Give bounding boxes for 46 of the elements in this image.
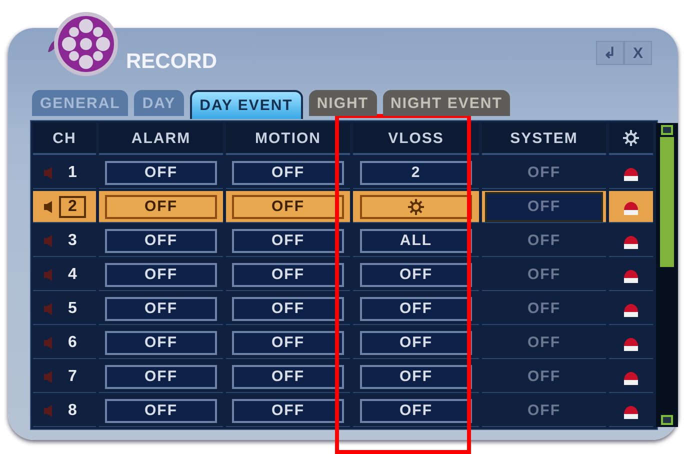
- window-title: RECORD: [126, 50, 218, 74]
- channel-cell[interactable]: 3: [33, 225, 96, 257]
- motion-field[interactable]: OFF: [232, 228, 344, 252]
- alarm-field[interactable]: OFF: [105, 398, 217, 422]
- channel-cell[interactable]: 1: [33, 157, 96, 189]
- motion-field[interactable]: OFF: [232, 194, 344, 218]
- alarm-field[interactable]: OFF: [105, 262, 217, 286]
- system-value: OFF: [528, 198, 560, 215]
- vloss-field[interactable]: OFF: [360, 330, 472, 354]
- alarm-field[interactable]: OFF: [105, 364, 217, 388]
- channel-cell[interactable]: 6: [33, 327, 96, 359]
- alarm-field[interactable]: OFF: [105, 194, 217, 218]
- motion-field[interactable]: OFF: [232, 262, 344, 286]
- system-value: OFF: [528, 368, 560, 385]
- system-value: OFF: [528, 266, 560, 283]
- motion-field[interactable]: OFF: [232, 160, 344, 184]
- channel-cell[interactable]: 2: [33, 191, 96, 223]
- vloss-field[interactable]: ALL: [360, 228, 472, 252]
- channel-cell[interactable]: 5: [33, 293, 96, 325]
- vloss-field[interactable]: 2: [360, 160, 472, 184]
- system-value: OFF: [528, 232, 560, 249]
- motion-field[interactable]: OFF: [232, 364, 344, 388]
- alarm-field[interactable]: OFF: [105, 160, 217, 184]
- column-header: VLOSS: [353, 123, 479, 155]
- alarm-field[interactable]: OFF: [105, 296, 217, 320]
- channel-cell[interactable]: 8: [33, 395, 96, 427]
- vloss-field[interactable]: OFF: [360, 398, 472, 422]
- motion-field[interactable]: OFF: [232, 296, 344, 320]
- tab[interactable]: DAY EVENT: [190, 90, 303, 119]
- motion-field[interactable]: OFF: [232, 398, 344, 422]
- system-value: OFF: [528, 300, 560, 317]
- motion-field[interactable]: OFF: [232, 330, 344, 354]
- column-header: CH: [33, 123, 96, 155]
- vloss-field[interactable]: OFF: [360, 364, 472, 388]
- alarm-field[interactable]: OFF: [105, 330, 217, 354]
- system-value: OFF: [528, 164, 560, 181]
- system-value: OFF: [528, 334, 560, 351]
- alarm-field[interactable]: OFF: [105, 228, 217, 252]
- column-header: SYSTEM: [482, 123, 606, 155]
- vloss-field[interactable]: OFF: [360, 262, 472, 286]
- system-value: OFF: [528, 402, 560, 419]
- column-header: ALARM: [99, 123, 223, 155]
- channel-cell[interactable]: 4: [33, 259, 96, 291]
- column-header: MOTION: [226, 123, 350, 155]
- vloss-field[interactable]: OFF: [360, 296, 472, 320]
- channel-cell[interactable]: 7: [33, 361, 96, 393]
